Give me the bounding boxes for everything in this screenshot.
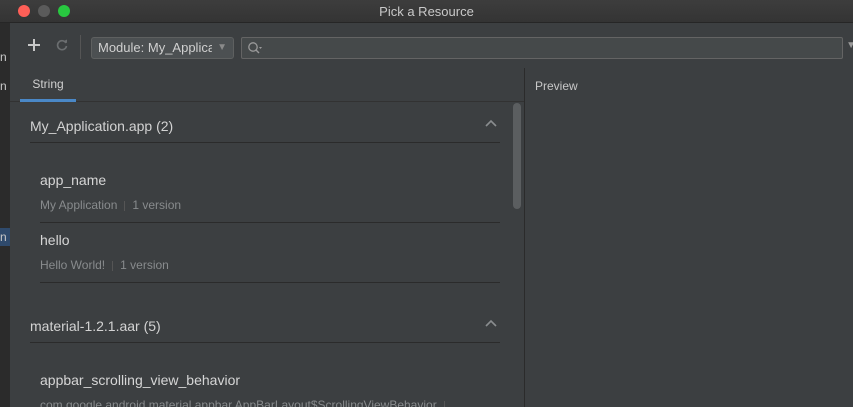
resource-list-pane: String My_Application.app (2) app_name M… (10, 68, 524, 407)
background-ide-strip: n n n n (0, 0, 10, 407)
search-input[interactable] (266, 39, 830, 59)
group-header[interactable]: material-1.2.1.aar (5) (30, 302, 500, 343)
module-dropdown[interactable]: Module: My_Applica ▼ (91, 37, 234, 59)
chevron-up-icon[interactable] (484, 318, 498, 328)
plus-icon (28, 39, 40, 51)
resource-versions: 1 version (120, 258, 169, 272)
meta-separator (124, 200, 126, 211)
filter-dropdown-icon[interactable]: ▼ (846, 40, 853, 51)
title-bar: Pick a Resource (0, 0, 853, 23)
tab-label: String (32, 77, 64, 91)
resource-value: Hello World! (40, 258, 106, 272)
resource-value: My Application (40, 198, 118, 212)
group-title: material-1.2.1.aar (5) (30, 318, 161, 334)
resource-value: com.google.android.material.appbar.AppBa… (40, 398, 437, 407)
search-field[interactable]: ▼ (241, 37, 853, 59)
refresh-button[interactable] (52, 37, 72, 57)
resource-name: appbar_scrolling_view_behavior (40, 372, 241, 388)
toolbar: Module: My_Applica ▼ ▼ (10, 22, 853, 68)
meta-separator (112, 260, 114, 271)
resource-meta: com.google.android.material.appbar.AppBa… (40, 398, 452, 407)
add-resource-button[interactable] (24, 37, 44, 57)
resource-meta: Hello World! 1 version (40, 258, 169, 272)
resource-versions: 1 version (132, 198, 182, 212)
resource-list: My_Application.app (2) app_name My Appli… (10, 102, 510, 407)
toolbar-separator (80, 35, 81, 59)
chevron-down-icon: ▼ (217, 42, 227, 53)
preview-pane: Preview (525, 68, 853, 407)
list-item[interactable]: appbar_scrolling_view_behavior com.googl… (40, 362, 500, 407)
resource-type-tabs: String (10, 68, 524, 102)
search-icon (247, 41, 263, 58)
list-item[interactable]: app_name My Application 1 version (40, 162, 500, 223)
group-header[interactable]: My_Application.app (2) (30, 102, 500, 143)
resource-name: hello (40, 232, 70, 248)
preview-label: Preview (535, 79, 578, 93)
chevron-up-icon[interactable] (484, 118, 498, 128)
refresh-icon (56, 39, 68, 51)
module-dropdown-value: Module: My_Applica (98, 40, 212, 55)
background-text: n (0, 79, 7, 93)
scrollbar-thumb[interactable] (513, 103, 521, 209)
window-title: Pick a Resource (379, 4, 474, 19)
group-title: My_Application.app (2) (30, 118, 174, 134)
pick-resource-dialog: Pick a Resource Module: My_Applica ▼ ▼ S… (0, 0, 853, 407)
resource-name: app_name (40, 172, 107, 188)
list-item[interactable]: hello Hello World! 1 version (40, 222, 500, 283)
tab-string[interactable]: String (20, 68, 76, 102)
list-scrollbar[interactable] (513, 103, 521, 407)
background-text: n (0, 230, 7, 244)
resource-meta: My Application 1 version (40, 198, 181, 212)
background-text: n (0, 50, 7, 64)
meta-separator (443, 400, 445, 407)
